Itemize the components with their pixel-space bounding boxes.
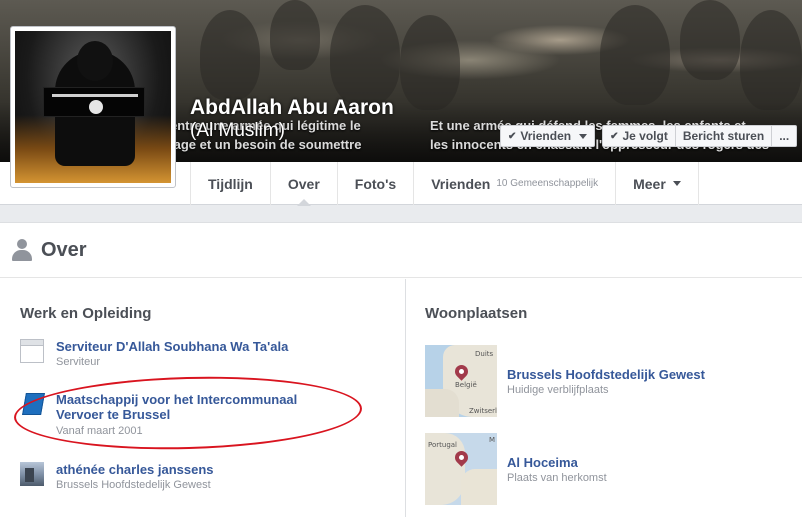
education-item: athénée charles janssens Brussels Hoofds…	[20, 462, 390, 493]
work-item-title[interactable]: Maatschappij voor het Intercommunaal Ver…	[56, 392, 340, 422]
work-item-sub: Serviteur	[56, 356, 101, 368]
map-label: Zwitserland	[469, 407, 497, 415]
profile-tabs: Tijdlijn Over Foto's Vrienden 10 Gemeens…	[190, 162, 699, 206]
place-item: Portugal M Al Hoceima Plaats van herkoms…	[425, 433, 607, 505]
places-lived-section: Woonplaatsen Duits België Zwitserland Br…	[407, 279, 802, 517]
workplace-icon	[20, 339, 44, 363]
tab-label: Over	[287, 175, 320, 192]
about-card: Over Werk en Opleiding Serviteur D'Allah…	[0, 222, 802, 517]
place-item: Duits België Zwitserland Brussels Hoofds…	[425, 345, 705, 417]
following-button-label: Je volgt	[622, 129, 668, 143]
map-label: België	[455, 381, 477, 389]
chevron-down-icon	[579, 133, 588, 139]
tab-label: Meer	[633, 175, 666, 192]
send-message-label: Bericht sturen	[682, 129, 765, 143]
tab-label: Tijdlijn	[208, 175, 253, 192]
work-education-title: Werk en Opleiding	[20, 305, 152, 322]
about-title: Over	[41, 238, 87, 261]
work-education-section: Werk en Opleiding Serviteur D'Allah Soub…	[0, 279, 406, 517]
flag-emblem	[43, 87, 145, 117]
tab-label: Vrienden	[431, 175, 491, 192]
more-options-button[interactable]: ...	[772, 125, 798, 147]
place-item-sub: Huidige verblijfplaats	[507, 384, 609, 396]
profile-picture[interactable]	[10, 26, 176, 188]
tab-timeline[interactable]: Tijdlijn	[190, 162, 270, 205]
tab-friends[interactable]: Vrienden 10 Gemeenschappelijk	[413, 162, 615, 205]
map-label: Duits	[475, 350, 494, 358]
company-logo-icon	[20, 392, 45, 416]
tab-photos[interactable]: Foto's	[336, 162, 413, 205]
education-item-sub: Brussels Hoofdstedelijk Gewest	[56, 479, 211, 491]
profile-actions: ✔ Vrienden ✔ Je volgt Bericht sturen ...	[500, 125, 798, 147]
place-item-sub: Plaats van herkomst	[507, 472, 607, 484]
work-item: Serviteur D'Allah Soubhana Wa Ta'ala Ser…	[20, 339, 390, 370]
about-header: Over	[0, 223, 802, 278]
chevron-down-icon	[672, 181, 681, 186]
work-item: Maatschappij voor het Intercommunaal Ver…	[20, 392, 340, 439]
map-label: Portugal	[428, 441, 457, 449]
send-message-button[interactable]: Bericht sturen	[675, 125, 773, 147]
map-thumbnail[interactable]: Portugal M	[425, 433, 497, 505]
education-item-title[interactable]: athénée charles janssens	[56, 462, 214, 477]
mutual-friends-count: 10 Gemeenschappelijk	[496, 178, 599, 189]
check-icon: ✔	[610, 130, 619, 142]
check-icon: ✔	[508, 130, 517, 142]
profile-alt-name: (Al Muslim)	[190, 120, 285, 141]
more-options-label: ...	[779, 129, 790, 143]
person-icon	[12, 239, 32, 261]
following-button[interactable]: ✔ Je volgt	[602, 125, 676, 147]
profile-name[interactable]: AbdAllah Abu Aaron	[190, 95, 394, 120]
profile-picture-image	[15, 31, 171, 183]
friends-button-label: Vrienden	[520, 129, 572, 143]
tab-more[interactable]: Meer	[615, 162, 699, 205]
profile-name-block: AbdAllah Abu Aaron (Al Muslim)	[190, 95, 394, 142]
work-item-sub: Vanaf maart 2001	[56, 425, 143, 437]
place-item-title[interactable]: Al Hoceima	[507, 455, 607, 470]
work-item-title[interactable]: Serviteur D'Allah Soubhana Wa Ta'ala	[56, 339, 288, 354]
follow-message-group: ✔ Je volgt Bericht sturen ...	[602, 125, 798, 147]
tab-label: Foto's	[354, 175, 397, 192]
friends-button[interactable]: ✔ Vrienden	[500, 125, 596, 147]
map-label: M	[489, 436, 496, 444]
place-item-title[interactable]: Brussels Hoofdstedelijk Gewest	[507, 367, 705, 382]
map-thumbnail[interactable]: Duits België Zwitserland	[425, 345, 497, 417]
tab-about[interactable]: Over	[269, 162, 337, 206]
school-photo-icon	[20, 462, 44, 486]
places-lived-title: Woonplaatsen	[425, 305, 528, 322]
